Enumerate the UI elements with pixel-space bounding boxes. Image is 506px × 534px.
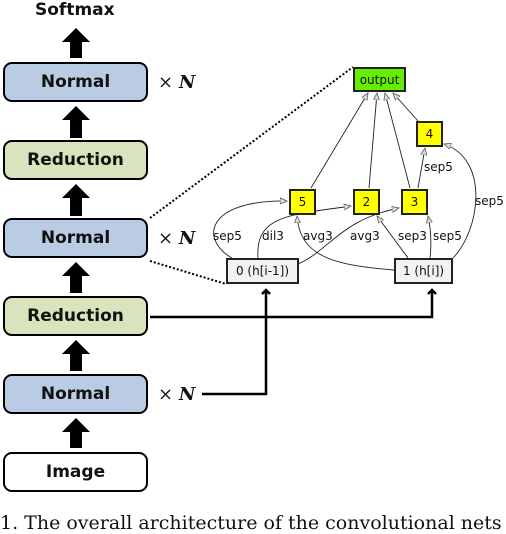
zoom-line-bottom: [149, 260, 227, 285]
repeat-var: N: [178, 72, 196, 93]
node-output: output: [353, 67, 406, 92]
edge-1-3: [428, 216, 431, 259]
times-symbol: ×: [158, 384, 174, 405]
arrow-normal-to-reduction-2: [62, 340, 90, 371]
stack-reduction-bottom: Reduction: [3, 296, 148, 336]
times-symbol: ×: [158, 72, 174, 93]
skip-normal-to-h-i-1: [202, 288, 271, 396]
stack-reduction-top: Reduction: [3, 140, 148, 180]
stack-normal-bottom: Normal: [3, 374, 148, 414]
edge-label-avg3-0-3: avg3: [350, 229, 380, 243]
figure-caption: 1. The overall architecture of the convo…: [0, 512, 502, 534]
stack-normal-middle: Normal: [3, 218, 148, 258]
repeat-var: N: [178, 228, 196, 249]
edge-label-sep5-1-4: sep5: [475, 194, 504, 208]
edge-label-sep3-1-2: sep3: [398, 229, 427, 243]
node-4: 4: [416, 121, 443, 147]
times-symbol: ×: [158, 228, 174, 249]
edge-label-sep5-1-3: sep5: [433, 229, 462, 243]
arrow-image-to-normal: [62, 418, 90, 448]
node-2: 2: [353, 189, 380, 215]
node-3: 3: [401, 189, 428, 215]
arrow-reduction-to-normal: [62, 106, 90, 138]
node-5: 5: [289, 189, 316, 215]
edge-5-output: [310, 93, 368, 189]
arrow-normal-to-reduction: [62, 184, 90, 216]
node-input-h-i: 1 (h[i]): [394, 258, 453, 284]
edge-label-avg3-1-5: avg3: [303, 229, 333, 243]
node-input-h-i-minus-1: 0 (h[i-1]): [226, 258, 299, 284]
arrow-to-softmax: [62, 28, 90, 58]
edge-4-output: [393, 93, 419, 122]
stack-image: Image: [3, 452, 148, 492]
repeat-label-top: × N: [158, 72, 195, 93]
edge-1-5: [297, 216, 395, 271]
stack-normal-top: Normal: [3, 62, 148, 102]
repeat-var: N: [178, 384, 196, 405]
repeat-label-bottom: × N: [158, 384, 195, 405]
edge-label-sep5-0-5: sep5: [213, 229, 242, 243]
skip-reduction-to-h-i: [150, 288, 437, 319]
edge-2-output: [368, 93, 377, 189]
edge-label-dil3-0-2: dil3: [262, 229, 284, 243]
repeat-label-middle: × N: [158, 228, 195, 249]
softmax-label: Softmax: [35, 0, 115, 20]
cell-edges: [213, 93, 477, 271]
edge-label-sep5-3-4: sep5: [424, 160, 453, 174]
arrow-reduction-to-normal-2: [62, 262, 90, 293]
